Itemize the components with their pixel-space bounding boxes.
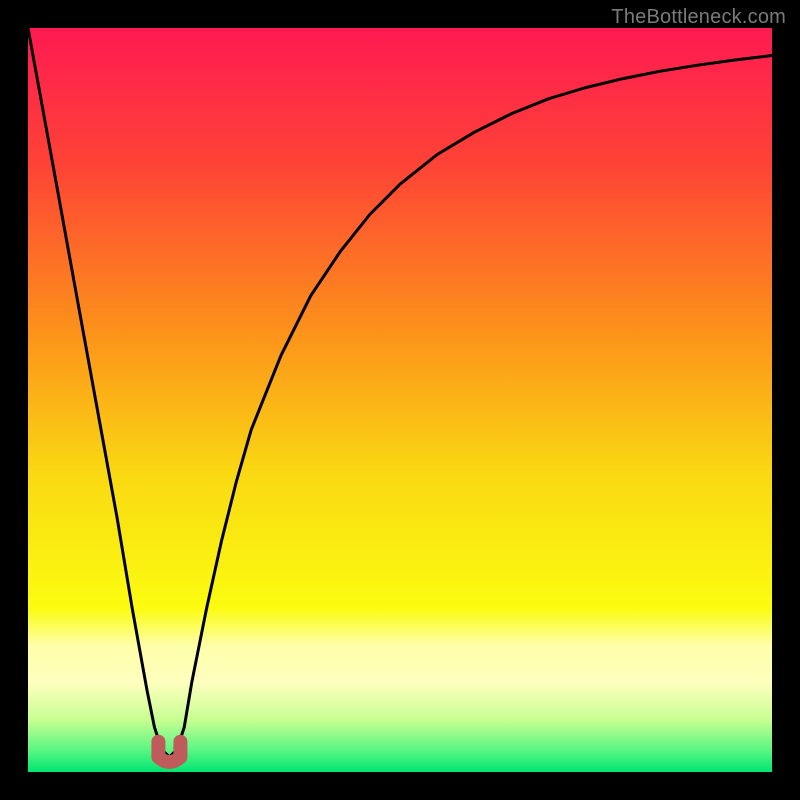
- chart-canvas: [28, 28, 772, 772]
- bottleneck-curve: [28, 28, 772, 757]
- outer-frame: TheBottleneck.com: [0, 0, 800, 800]
- watermark-text: TheBottleneck.com: [611, 6, 786, 29]
- plot-area: [28, 28, 772, 772]
- optimal-valley-marker: [158, 742, 180, 762]
